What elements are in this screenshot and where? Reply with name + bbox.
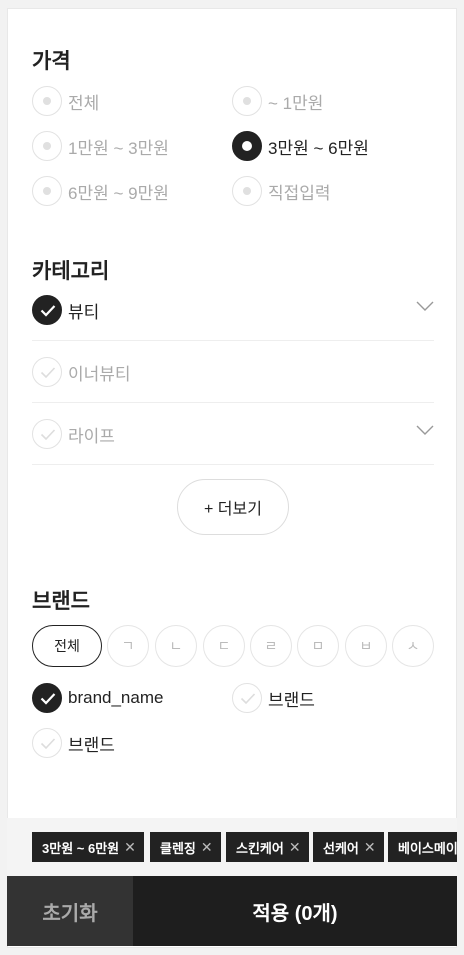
price-option-10k-30k[interactable]: 1만원 ~ 3만원 [32,131,169,161]
category-row-inner-beauty: 이너뷰티 [32,341,434,403]
brand-tab-all[interactable]: 전체 [32,625,102,667]
brand-label: brand_name [68,688,164,707]
brand-checkbox[interactable]: brand_name [32,683,163,713]
price-option-label: ~ 1만원 [268,93,324,113]
price-option-30k-60k[interactable]: 3만원 ~ 6만원 [232,131,369,161]
check-icon [32,357,62,387]
price-option-custom[interactable]: 직접입력 [232,176,331,206]
chevron-down-icon[interactable] [416,425,434,435]
chip-label: 스킨케어 [236,840,284,856]
brand-tab-initial[interactable]: ㄱ [107,625,149,667]
category-checkbox-inner-beauty[interactable]: 이너뷰티 [32,357,131,387]
brand-checkbox[interactable]: 브랜드 [232,683,315,713]
reset-button[interactable]: 초기화 [7,876,133,946]
brand-label: 브랜드 [268,690,315,710]
radio-selected-icon [232,131,262,161]
price-option-label: 전체 [68,93,100,113]
brand-tab-initial[interactable]: ㅁ [297,625,339,667]
selected-filters-bar: 3만원 ~ 6만원✕ 클렌징✕ 스킨케어✕ 선케어✕ 베이스메이크업✕ [7,818,457,876]
category-label: 뷰티 [68,302,100,322]
category-label: 라이프 [68,426,115,446]
check-icon [32,295,62,325]
close-icon[interactable]: ✕ [364,839,376,856]
filter-panel: 가격 전체 ~ 1만원 1만원 ~ 3만원 3만원 ~ 6만원 6만원 ~ 9만… [7,8,457,948]
close-icon[interactable]: ✕ [289,839,301,856]
category-row-beauty: 뷰티 [32,279,434,341]
chip-label: 베이스메이크업 [398,840,457,856]
selected-filter-chip[interactable]: 3만원 ~ 6만원 ✕ [32,832,144,862]
category-checkbox-beauty[interactable]: 뷰티 [32,295,99,325]
selected-filter-chip[interactable]: 베이스메이크업✕ [388,832,457,862]
chip-label: 3만원 ~ 6만원 [42,840,120,856]
category-more-button[interactable]: + 더보기 [177,479,289,535]
brand-tab-initial[interactable]: ㅅ [392,625,434,667]
radio-icon [32,176,62,206]
check-icon [32,728,62,758]
check-icon [232,683,262,713]
category-row-life: 라이프 [32,403,434,465]
selected-filter-chip[interactable]: 클렌징 ✕ [150,832,221,862]
price-option-label: 1만원 ~ 3만원 [68,138,169,158]
price-option-label: 직접입력 [268,183,331,203]
price-option-60k-90k[interactable]: 6만원 ~ 9만원 [32,176,169,206]
radio-icon [232,176,262,206]
chip-label: 선케어 [323,840,359,856]
chip-label: 클렌징 [160,840,196,856]
close-icon[interactable]: ✕ [201,839,213,856]
brand-checkbox[interactable]: 브랜드 [32,728,115,758]
brand-section-title: 브랜드 [32,590,90,613]
radio-icon [32,86,62,116]
check-icon [32,419,62,449]
price-option-all[interactable]: 전체 [32,86,99,116]
bottom-action-bar: 초기화 적용 (0개) [7,876,457,946]
price-section-title: 가격 [32,50,71,73]
radio-icon [32,131,62,161]
brand-tab-initial[interactable]: ㅂ [345,625,387,667]
close-icon[interactable]: ✕ [124,839,136,856]
selected-filter-chip[interactable]: 스킨케어 ✕ [226,832,309,862]
selected-filter-chip[interactable]: 선케어 ✕ [313,832,384,862]
category-checkbox-life[interactable]: 라이프 [32,419,115,449]
brand-tab-initial[interactable]: ㄷ [203,625,245,667]
price-option-label: 3만원 ~ 6만원 [268,138,369,158]
apply-button[interactable]: 적용 (0개) [133,876,457,946]
brand-initial-tabs: 전체 ㄱ ㄴ ㄷ ㄹ ㅁ ㅂ ㅅ [32,625,434,669]
brand-tab-initial[interactable]: ㄴ [155,625,197,667]
radio-icon [232,86,262,116]
brand-label: 브랜드 [68,735,115,755]
category-label: 이너뷰티 [68,364,131,384]
brand-tab-initial[interactable]: ㄹ [250,625,292,667]
price-option-label: 6만원 ~ 9만원 [68,183,169,203]
price-option-under-10k[interactable]: ~ 1만원 [232,86,323,116]
check-icon [32,683,62,713]
chevron-down-icon[interactable] [416,301,434,311]
